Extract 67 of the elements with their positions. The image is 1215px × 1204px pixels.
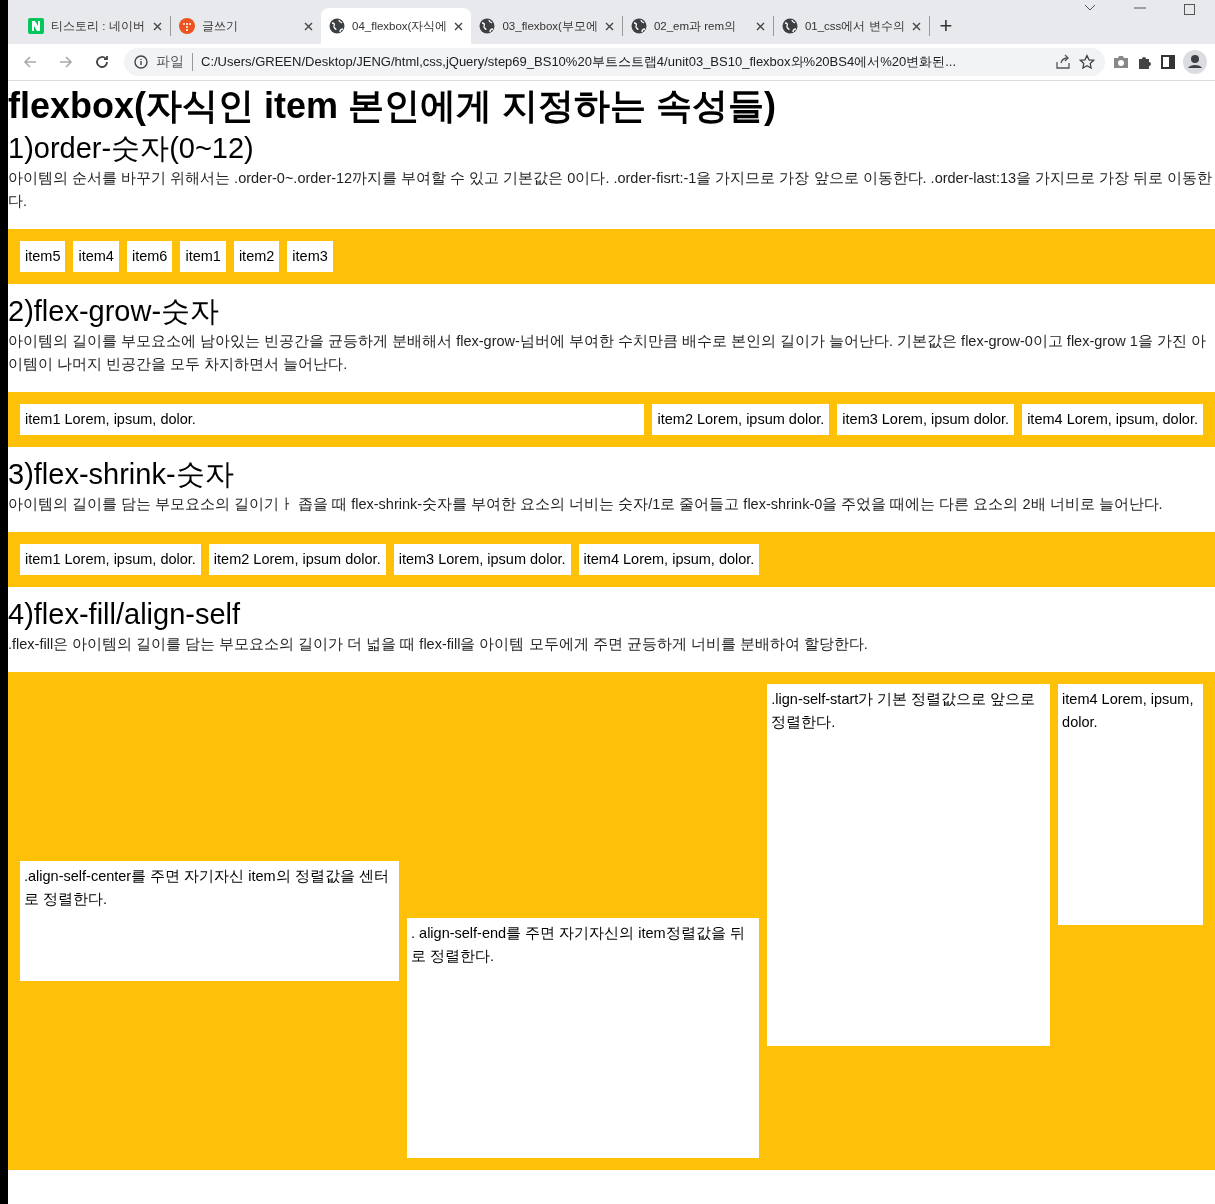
arrow-left-icon xyxy=(22,54,38,70)
flex-item: .lign-self-start가 기본 정렬값으로 앞으로 정렬한다. xyxy=(767,684,1051,1046)
puzzle-icon[interactable] xyxy=(1137,54,1153,70)
flex-item: item3 Lorem, ipsum dolor. xyxy=(837,404,1015,435)
globe-icon xyxy=(479,18,496,34)
browser-tab[interactable]: 02_em과 rem의 xyxy=(622,8,773,44)
section-heading: 2)flex-grow-숫자 xyxy=(8,294,221,328)
flex-item: item4 Lorem, ipsum, dolor. xyxy=(1022,404,1203,435)
tab-title: 티스토리 : 네이버 xyxy=(51,18,146,34)
url-text: C:/Users/GREEN/Desktop/JENG/html,css,jQuery/step69_BS10%20부트스트랩4/unit03_BS10_flexbox와%20BS4에서%20변화된... xyxy=(201,53,958,71)
camera-icon[interactable] xyxy=(1113,55,1129,69)
flex-item: item4 xyxy=(73,241,119,272)
share-icon[interactable] xyxy=(1055,54,1071,70)
browser-tab[interactable]: 티스토리 : 네이버 xyxy=(20,8,170,44)
globe-icon xyxy=(781,18,798,34)
flex-item: .align-self-center를 주면 자기자신 item의 정렬값을 센터로 정렬한다. xyxy=(20,861,400,981)
reload-icon xyxy=(94,54,110,70)
close-icon[interactable] xyxy=(604,21,614,31)
browser-tab[interactable]: 01_css에서 변수의 xyxy=(773,8,929,44)
globe-icon xyxy=(329,18,345,34)
section-heading: 3)flex-shrink-숫자 xyxy=(8,457,235,491)
tab-title: 01_css에서 변수의 xyxy=(804,18,905,34)
flex-item: item6 xyxy=(126,241,173,272)
address-bar[interactable]: 파일 C:/Users/GREEN/Desktop/JENG/html,css,jQuery/step69_BS10%20부트스트랩4/unit03_BS10_flexbox와%20BS4에서%20변화된... xyxy=(124,48,1105,76)
globe-icon xyxy=(630,18,647,34)
close-icon[interactable] xyxy=(153,21,162,31)
profile-icon[interactable] xyxy=(1183,50,1207,74)
flex-item: item2 Lorem, ipsum dolor. xyxy=(208,544,386,575)
section-heading: 4)flex-fill/align-self xyxy=(8,597,242,631)
tab-title: 04_flexbox(자식에 xyxy=(352,18,448,34)
arrow-right-icon xyxy=(58,54,74,70)
flex-item: item2 xyxy=(233,241,280,272)
maximize-icon[interactable] xyxy=(1184,4,1195,15)
app-logo-icon xyxy=(179,18,195,34)
close-icon[interactable] xyxy=(911,21,921,31)
flex-item: item1 Lorem, ipsum, dolor. xyxy=(20,404,645,435)
section-description: 아이템의 순서를 바꾸기 위해서는 .order-0~.order-12까지를 부여할 수 있고 기본값은 0이다. .order-fisrt:-1을 가지므로 가장 앞으로 이동한다. .order-last:13을 가지므로 가장 뒤로 이동한다. xyxy=(8,169,1214,211)
close-icon[interactable] xyxy=(755,21,765,31)
scheme-label: 파일 xyxy=(156,53,193,71)
tab-title: 03_flexbox(부모에 xyxy=(502,18,598,34)
flex-item: item3 Lorem, ipsum dolor. xyxy=(393,544,571,575)
section-description: 아이템의 길이를 부모요소에 남아있는 빈공간을 균등하게 분배해서 flex-grow-넘버에 부여한 수치만큼 배수로 본인의 길이가 늘어난다. 기본값은 flex-grow-0이고 flex-grow 1을 가진 아이템이 나머지 빈공간을 모두 차지하면서 늘어난다. xyxy=(8,332,1207,374)
browser-tab[interactable]: 글쓰기 xyxy=(171,8,321,44)
app-logo-icon xyxy=(28,18,44,34)
flex-item: item1 xyxy=(180,241,226,272)
flex-item: . align-self-end를 주면 자기자신의 item정렬값을 뒤로 정렬한다. xyxy=(407,918,760,1158)
section-heading: 1)order-숫자(0~12) xyxy=(8,131,255,165)
close-icon[interactable] xyxy=(304,21,313,31)
tab-title: 02_em과 rem의 xyxy=(653,18,738,34)
flex-item: item4 Lorem, ipsum, dolor. xyxy=(1058,684,1203,925)
chevron-down-icon[interactable] xyxy=(1084,4,1096,12)
flex-item: item4 Lorem, ipsum, dolor. xyxy=(578,544,760,575)
flex-item: item5 xyxy=(20,241,66,272)
browser-tab[interactable]: 03_flexbox(부모에 xyxy=(471,8,622,44)
close-icon[interactable] xyxy=(454,21,464,31)
flex-item: item2 Lorem, ipsum dolor. xyxy=(652,404,830,435)
new-tab-button[interactable]: + xyxy=(929,8,963,44)
section-description: .flex-fill은 아이템의 길이를 담는 부모요소의 길이가 더 넓을 때 flex-fill을 아이템 모두에게 주면 균등하게 너비를 분배하여 할당한다. xyxy=(8,635,869,654)
flex-item: item3 xyxy=(287,241,333,272)
info-icon[interactable] xyxy=(134,55,148,69)
flex-item: item1 Lorem, ipsum, dolor. xyxy=(20,544,201,575)
browser-tab[interactable]: 04_flexbox(자식에 xyxy=(321,8,472,44)
section-description: 아이템의 길이를 담는 부모요소의 길이기ㅏ 좁을 때 flex-shrink-숫자를 부여한 요소의 너비는 숫자/1로 줄어들고 flex-shrink-0을 주었을 때에는 다른 요소의 2배 너비로 늘어난다. xyxy=(8,495,1164,514)
page-title: flexbox(자식인 item 본인에게 지정하는 속성들) xyxy=(8,84,778,128)
side-panel-icon[interactable] xyxy=(1161,55,1175,69)
star-icon[interactable] xyxy=(1079,54,1095,70)
tab-title: 글쓰기 xyxy=(202,18,239,34)
